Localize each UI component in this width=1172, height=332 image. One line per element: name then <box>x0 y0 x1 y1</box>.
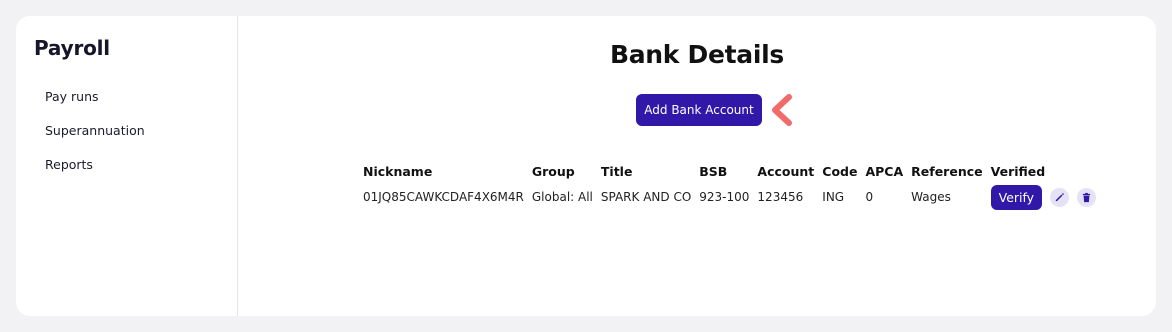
sidebar-item-reports[interactable]: Reports <box>34 156 237 190</box>
header-title: Title <box>600 164 633 179</box>
header-nickname: Nickname <box>363 164 433 179</box>
verify-button[interactable]: Verify <box>990 185 1043 210</box>
header-code: Code <box>822 164 858 179</box>
cell-bsb: 923-100 <box>699 190 750 204</box>
main-content: Bank Details Add Bank Account Nickname G… <box>238 16 1156 316</box>
table-row: 01JQ85CAWKCDAF4X6M4R Global: All SPARK A… <box>360 184 1101 214</box>
cell-apca: 0 <box>865 190 874 204</box>
table-header-row: Nickname Group Title BSB Account Code AP… <box>360 164 1101 184</box>
trash-icon[interactable] <box>1076 188 1096 207</box>
header-account: Account <box>757 164 815 179</box>
header-reference: Reference <box>911 164 983 179</box>
header-verified: Verified <box>990 164 1046 179</box>
sidebar: Payroll Pay runs Superannuation Reports <box>16 16 238 316</box>
header-group: Group <box>531 164 575 179</box>
sidebar-item-pay-runs[interactable]: Pay runs <box>34 88 237 122</box>
cell-nickname: 01JQ85CAWKCDAF4X6M4R <box>363 190 524 204</box>
header-apca: APCA <box>865 164 904 179</box>
page-title: Bank Details <box>609 40 784 69</box>
cell-actions: Verify <box>988 184 1101 214</box>
cell-reference: Wages <box>911 190 951 204</box>
sidebar-title: Payroll <box>34 36 110 60</box>
pointer-arrow-icon <box>772 94 792 126</box>
cell-code: ING <box>822 190 845 204</box>
sidebar-item-superannuation[interactable]: Superannuation <box>34 122 237 156</box>
cell-group: Global: All <box>531 190 593 204</box>
app-frame: Payroll Pay runs Superannuation Reports … <box>16 16 1156 316</box>
header-bsb: BSB <box>699 164 728 179</box>
pencil-icon[interactable] <box>1049 188 1069 207</box>
cell-account: 123456 <box>757 190 804 204</box>
cell-title: SPARK AND CO <box>600 190 692 204</box>
add-bank-account-button[interactable]: Add Bank Account <box>636 94 762 126</box>
bank-accounts-table: Nickname Group Title BSB Account Code AP… <box>360 164 1101 214</box>
